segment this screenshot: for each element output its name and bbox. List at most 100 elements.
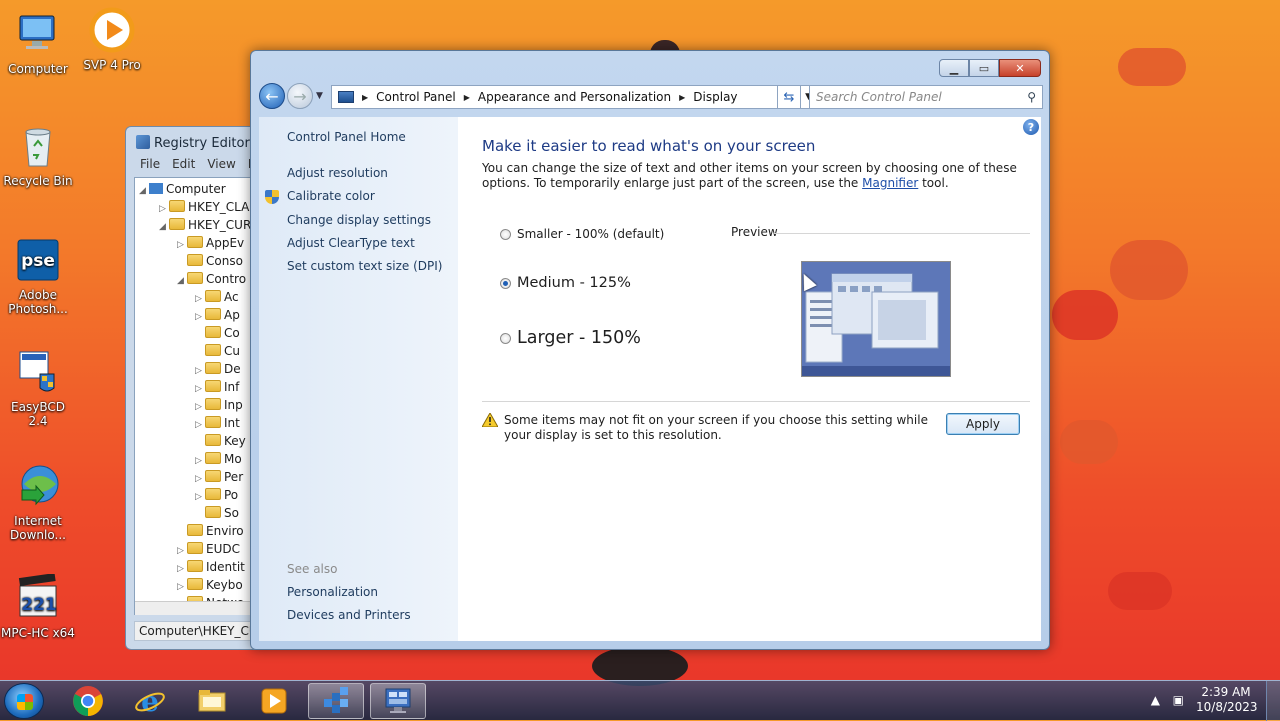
- description-text: tool.: [918, 176, 949, 190]
- tree-node[interactable]: ▷ Int: [195, 414, 240, 432]
- tree-node[interactable]: ▷ Identit: [177, 558, 245, 576]
- breadcrumb-separator-icon[interactable]: ▶: [464, 93, 470, 102]
- radio-button-icon[interactable]: [500, 228, 511, 240]
- tree-node-label: Computer: [166, 182, 226, 196]
- media-player-icon: [261, 688, 287, 714]
- tree-node[interactable]: ◢ Contro: [177, 270, 246, 288]
- apply-button[interactable]: Apply: [946, 413, 1020, 435]
- taskbar-explorer[interactable]: [184, 683, 240, 719]
- desktop-icon-label: Recycle Bin: [3, 174, 73, 188]
- breadcrumb-appearance[interactable]: Appearance and Personalization: [478, 90, 671, 104]
- registry-editor-window[interactable]: Registry Editor FileEditViewF ◢Computer …: [125, 126, 265, 650]
- search-input[interactable]: Search Control Panel ⚲: [809, 85, 1043, 109]
- taskbar-registry-editor[interactable]: [308, 683, 364, 719]
- svp-icon: [88, 6, 136, 54]
- menu-file[interactable]: File: [140, 157, 160, 171]
- show-hidden-icons-button[interactable]: ▲: [1151, 693, 1160, 707]
- system-clock[interactable]: 2:39 AM 10/8/2023: [1196, 685, 1258, 715]
- tree-node[interactable]: ◢ Computer: [139, 180, 226, 198]
- desktop-icon-svp[interactable]: SVP 4 Pro: [74, 6, 150, 72]
- tree-node[interactable]: ▷ EUDC: [177, 540, 240, 558]
- link-personalization[interactable]: Personalization: [287, 585, 378, 599]
- tree-node[interactable]: ▷ Po: [195, 486, 238, 504]
- desktop-icon-idm[interactable]: Internet Downlo...: [0, 462, 76, 542]
- taskbar-internet-explorer[interactable]: e: [122, 683, 178, 719]
- registry-tree[interactable]: ◢ Computer ▷ HKEY_CLA ◢ HKEY_CUR ▷ AppEv Con…: [134, 177, 264, 615]
- radio-smaller[interactable]: Smaller - 100% (default): [500, 227, 664, 241]
- tree-node[interactable]: Co: [195, 324, 240, 342]
- radio-medium[interactable]: Medium - 125%: [500, 275, 631, 291]
- breadcrumb-display[interactable]: Display: [693, 90, 737, 104]
- folder-icon: [187, 236, 203, 248]
- search-icon[interactable]: ⚲: [1027, 90, 1036, 104]
- radio-button-icon[interactable]: [500, 277, 511, 289]
- taskbar-control-panel[interactable]: [370, 683, 426, 719]
- link-change-display-settings[interactable]: Change display settings: [287, 213, 431, 227]
- tree-node[interactable]: Enviro: [177, 522, 244, 540]
- control-panel-window[interactable]: ▁ ▭ ✕ ← → ▼ ▶ Control Panel ▶ Appearance…: [250, 50, 1050, 650]
- back-button[interactable]: ←: [259, 83, 285, 109]
- main-content: ? Make it easier to read what's on your …: [458, 117, 1041, 641]
- maximize-button[interactable]: ▭: [969, 59, 999, 77]
- desktop-icon-easybcd[interactable]: EasyBCD 2.4: [0, 348, 76, 428]
- tree-node-label: Key: [224, 434, 246, 448]
- minimize-button[interactable]: ▁: [939, 59, 969, 77]
- tree-node[interactable]: ▷ De: [195, 360, 241, 378]
- folder-icon: [205, 398, 221, 410]
- link-adjust-resolution[interactable]: Adjust resolution: [287, 166, 388, 180]
- tree-node[interactable]: ▷ Ap: [195, 306, 240, 324]
- start-button[interactable]: [4, 683, 44, 719]
- link-adjust-cleartype[interactable]: Adjust ClearType text: [287, 236, 415, 250]
- link-devices-and-printers[interactable]: Devices and Printers: [287, 608, 411, 622]
- desktop-icon-photoshop[interactable]: pse Adobe Photosh...: [0, 236, 76, 316]
- tree-node[interactable]: ◢ HKEY_CUR: [159, 216, 251, 234]
- tree-node-label: De: [224, 362, 241, 376]
- tree-node[interactable]: Cu: [195, 342, 240, 360]
- expand-arrow-icon[interactable]: ◢: [177, 272, 187, 290]
- breadcrumb-separator-icon[interactable]: ▶: [679, 93, 685, 102]
- radio-button-icon[interactable]: [500, 332, 511, 344]
- recent-pages-dropdown[interactable]: ▼: [316, 91, 323, 101]
- refresh-button[interactable]: ⇆: [777, 85, 801, 109]
- desktop-icon-computer[interactable]: Computer: [0, 10, 76, 76]
- taskbar-chrome[interactable]: [60, 683, 116, 719]
- breadcrumb-separator-icon[interactable]: ▶: [362, 93, 368, 102]
- taskbar-media-player[interactable]: [246, 683, 302, 719]
- close-button[interactable]: ✕: [999, 59, 1041, 77]
- magnifier-link[interactable]: Magnifier: [862, 176, 918, 190]
- breadcrumb-control-panel[interactable]: Control Panel: [376, 90, 456, 104]
- network-icon[interactable]: ▣: [1173, 693, 1184, 707]
- tree-node[interactable]: ▷ HKEY_CLA: [159, 198, 249, 216]
- tree-node[interactable]: ▷ Per: [195, 468, 243, 486]
- tree-node[interactable]: ▷ Inp: [195, 396, 243, 414]
- menu-view[interactable]: View: [207, 157, 235, 171]
- tree-node-label: Co: [224, 326, 240, 340]
- tree-node[interactable]: So: [195, 504, 239, 522]
- tree-node[interactable]: ▷ Inf: [195, 378, 239, 396]
- tree-node[interactable]: ▷ Mo: [195, 450, 242, 468]
- tree-node[interactable]: Key: [195, 432, 246, 450]
- expand-arrow-icon[interactable]: ◢: [139, 182, 149, 200]
- address-bar[interactable]: ▶ Control Panel ▶ Appearance and Persona…: [331, 85, 819, 109]
- tree-node-label: Enviro: [206, 524, 244, 538]
- tree-node[interactable]: Conso: [177, 252, 243, 270]
- link-custom-text-size[interactable]: Set custom text size (DPI): [287, 259, 442, 273]
- internet-explorer-icon: e: [135, 685, 165, 717]
- desktop-icon-label: Computer: [8, 62, 68, 76]
- chrome-icon: [73, 686, 103, 716]
- show-desktop-button[interactable]: [1266, 681, 1280, 721]
- forward-button[interactable]: →: [287, 83, 313, 109]
- menu-edit[interactable]: Edit: [172, 157, 195, 171]
- radio-larger[interactable]: Larger - 150%: [500, 328, 641, 348]
- desktop-icon-recycle-bin[interactable]: Recycle Bin: [0, 122, 76, 188]
- tree-node[interactable]: ▷ Keybo: [177, 576, 243, 594]
- tree-node[interactable]: ▷ Ac: [195, 288, 239, 306]
- help-button[interactable]: ?: [1023, 119, 1039, 135]
- link-control-panel-home[interactable]: Control Panel Home: [287, 130, 406, 144]
- horizontal-scrollbar[interactable]: [135, 601, 264, 615]
- desktop-icon-mpc-hc[interactable]: 221 MPC-HC x64: [0, 573, 76, 640]
- tree-node[interactable]: ▷ AppEv: [177, 234, 244, 252]
- shield-icon: [265, 190, 279, 204]
- link-calibrate-color[interactable]: Calibrate color: [287, 189, 375, 203]
- expand-arrow-icon[interactable]: ◢: [159, 218, 169, 236]
